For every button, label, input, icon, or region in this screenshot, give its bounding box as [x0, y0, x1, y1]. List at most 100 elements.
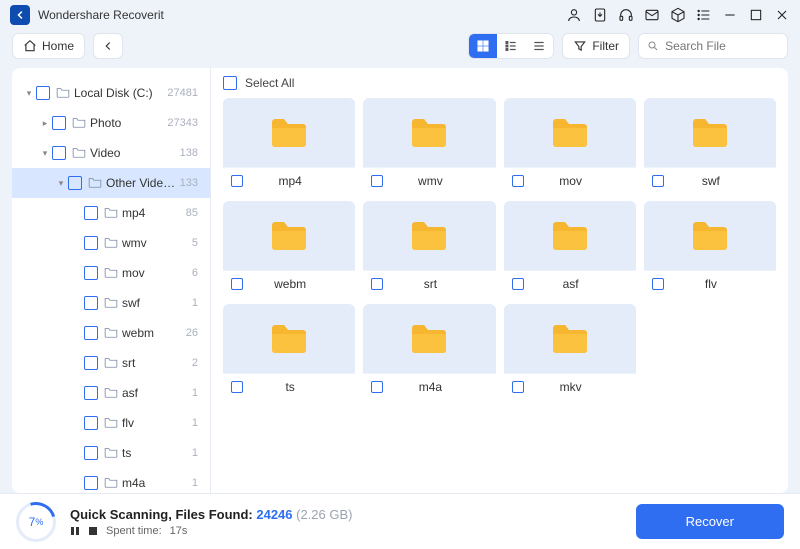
mail-icon[interactable]	[644, 7, 660, 23]
folder-card-srt[interactable]: srt	[363, 201, 495, 296]
tree-label: Photo	[90, 116, 163, 130]
card-checkbox[interactable]	[231, 381, 243, 393]
tree-checkbox[interactable]	[84, 356, 98, 370]
headset-icon[interactable]	[618, 7, 634, 23]
view-detail-button[interactable]	[497, 34, 525, 58]
tree-checkbox[interactable]	[84, 236, 98, 250]
close-icon[interactable]	[774, 7, 790, 23]
folder-card-webm[interactable]: webm	[223, 201, 355, 296]
folder-icon	[104, 446, 118, 461]
tree-checkbox[interactable]	[52, 146, 66, 160]
card-checkbox[interactable]	[512, 278, 524, 290]
select-all-label: Select All	[245, 76, 294, 90]
tree-row-wmv[interactable]: wmv5	[12, 228, 210, 258]
tree-count: 1	[192, 477, 198, 489]
tree-count: 133	[180, 177, 198, 189]
tree-checkbox[interactable]	[68, 176, 82, 190]
folder-card-asf[interactable]: asf	[504, 201, 636, 296]
maximize-icon[interactable]	[748, 7, 764, 23]
stop-icon[interactable]	[88, 526, 98, 536]
list-icon[interactable]	[696, 7, 712, 23]
card-checkbox[interactable]	[512, 381, 524, 393]
tree-label: flv	[122, 416, 188, 430]
folder-preview	[223, 201, 355, 270]
tree-row-mov[interactable]: mov6	[12, 258, 210, 288]
folder-icon	[72, 116, 86, 131]
folder-icon	[104, 386, 118, 401]
card-checkbox[interactable]	[231, 278, 243, 290]
tree-row-photo[interactable]: ▸ Photo 27343	[12, 108, 210, 138]
tree-row-webm[interactable]: webm26	[12, 318, 210, 348]
folder-card-m4a[interactable]: m4a	[363, 304, 495, 399]
caret-icon[interactable]: ▾	[24, 88, 34, 99]
select-all-row[interactable]: Select All	[211, 68, 788, 98]
folder-preview	[644, 98, 776, 167]
tree-row-flv[interactable]: flv1	[12, 408, 210, 438]
tree-label: mp4	[122, 206, 182, 220]
folder-card-flv[interactable]: flv	[644, 201, 776, 296]
folder-preview	[223, 304, 355, 373]
select-all-checkbox[interactable]	[223, 76, 237, 90]
folder-card-mov[interactable]: mov	[504, 98, 636, 193]
tree-checkbox[interactable]	[84, 386, 98, 400]
card-checkbox[interactable]	[652, 278, 664, 290]
tree-checkbox[interactable]	[84, 416, 98, 430]
caret-icon[interactable]: ▸	[40, 118, 50, 129]
tree-row-swf[interactable]: swf1	[12, 288, 210, 318]
tree-row-other-videos[interactable]: ▾Other Videos133	[12, 168, 210, 198]
tree-checkbox[interactable]	[84, 326, 98, 340]
import-icon[interactable]	[592, 7, 608, 23]
tree-label: mov	[122, 266, 188, 280]
folder-card-swf[interactable]: swf	[644, 98, 776, 193]
folder-card-mp4[interactable]: mp4	[223, 98, 355, 193]
tree-row-srt[interactable]: srt2	[12, 348, 210, 378]
tree-row-video[interactable]: ▾Video138	[12, 138, 210, 168]
tree-row-mp4[interactable]: mp485	[12, 198, 210, 228]
view-list-button[interactable]	[525, 34, 553, 58]
tree-row-m4a[interactable]: m4a1	[12, 468, 210, 493]
folder-card-ts[interactable]: ts	[223, 304, 355, 399]
pause-icon[interactable]	[70, 526, 80, 536]
card-footer: webm	[223, 270, 355, 296]
folder-preview	[504, 201, 636, 270]
tree-count: 138	[180, 147, 198, 159]
search-box[interactable]	[638, 33, 788, 59]
card-checkbox[interactable]	[371, 381, 383, 393]
tree-count: 27343	[167, 117, 198, 129]
card-checkbox[interactable]	[512, 175, 524, 187]
sidebar[interactable]: ▾Local Disk (C:)27481 ▸ Photo 27343 ▾Video13…	[12, 68, 210, 493]
card-checkbox[interactable]	[371, 278, 383, 290]
card-name: mp4	[251, 174, 329, 188]
tree-checkbox[interactable]	[84, 476, 98, 490]
tree-checkbox[interactable]	[52, 116, 66, 130]
tree-checkbox[interactable]	[84, 266, 98, 280]
tree-row-local-disk-c-[interactable]: ▾Local Disk (C:)27481	[12, 78, 210, 108]
tree-checkbox[interactable]	[36, 86, 50, 100]
folder-preview	[644, 201, 776, 270]
tree-row-asf[interactable]: asf1	[12, 378, 210, 408]
folder-card-mkv[interactable]: mkv	[504, 304, 636, 399]
caret-icon[interactable]: ▾	[56, 178, 66, 189]
card-checkbox[interactable]	[652, 175, 664, 187]
tree-checkbox[interactable]	[84, 446, 98, 460]
account-icon[interactable]	[566, 7, 582, 23]
box-icon[interactable]	[670, 7, 686, 23]
home-button[interactable]: Home	[12, 33, 85, 59]
back-button[interactable]	[93, 33, 123, 59]
folder-icon	[104, 356, 118, 371]
toolbar: Home Filter	[0, 30, 800, 68]
filter-button[interactable]: Filter	[562, 33, 630, 59]
view-grid-button[interactable]	[469, 34, 497, 58]
search-input[interactable]	[665, 39, 779, 53]
recover-button[interactable]: Recover	[636, 504, 784, 539]
card-checkbox[interactable]	[371, 175, 383, 187]
minimize-icon[interactable]	[722, 7, 738, 23]
card-name: asf	[532, 277, 610, 291]
tree-checkbox[interactable]	[84, 206, 98, 220]
tree-checkbox[interactable]	[84, 296, 98, 310]
caret-icon[interactable]: ▾	[40, 148, 50, 159]
folder-card-wmv[interactable]: wmv	[363, 98, 495, 193]
tree-row-ts[interactable]: ts1	[12, 438, 210, 468]
card-checkbox[interactable]	[231, 175, 243, 187]
card-footer: wmv	[363, 167, 495, 193]
